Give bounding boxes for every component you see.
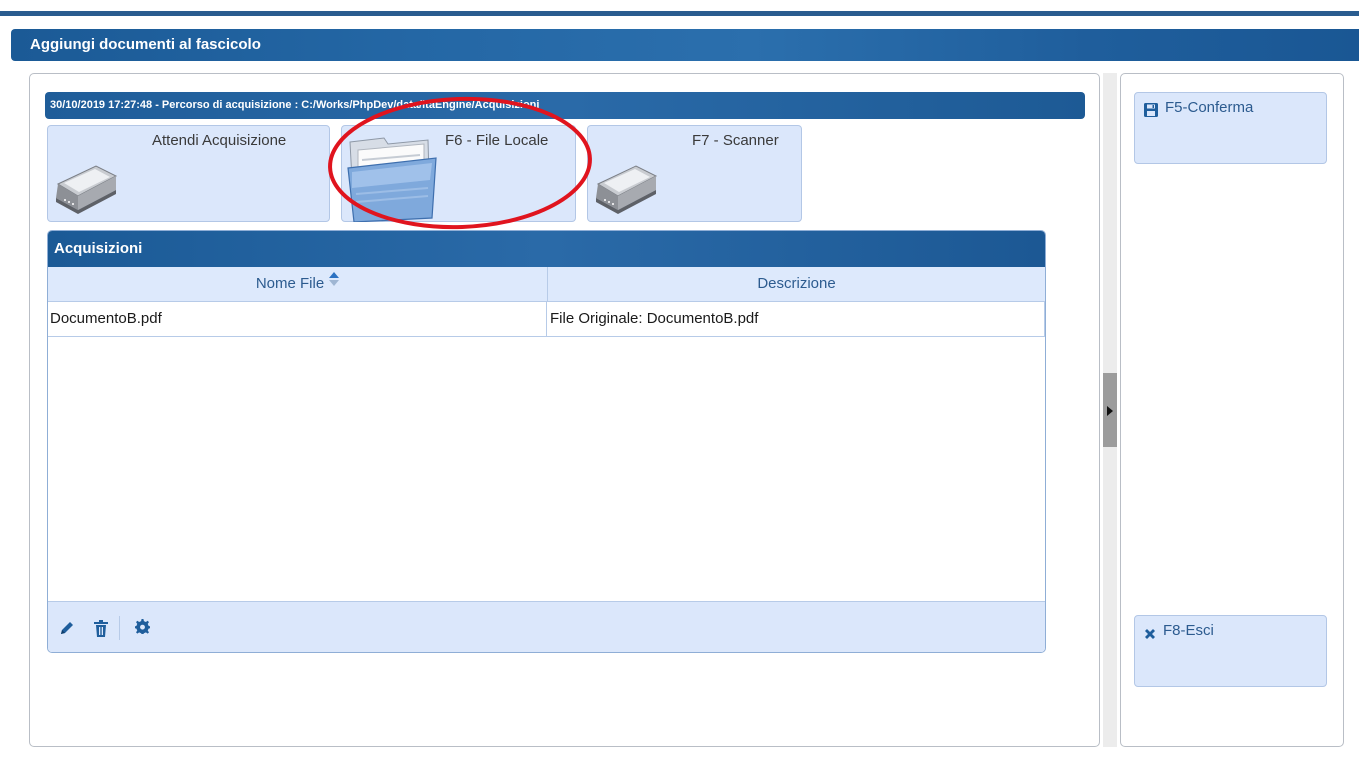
column-header-nome-file[interactable]: Nome File [48,267,548,301]
gear-icon[interactable] [135,619,150,639]
dialog-title: Aggiungi documenti al fascicolo [11,29,1359,61]
grid-header: Nome File Descrizione [48,267,1045,302]
local-file-button[interactable]: F6 - File Locale [341,125,576,223]
toolbar-separator [119,616,120,640]
scanner-button[interactable]: F7 - Scanner [587,125,802,222]
exit-button[interactable]: F8-Esci [1134,615,1327,687]
pencil-icon[interactable] [59,620,75,641]
wait-acquisition-label: Attendi Acquisizione [152,132,287,149]
cell-nome-file: DocumentoB.pdf [48,302,547,336]
top-accent-line [0,11,1359,16]
scanner-icon [52,160,120,223]
wait-acquisition-button[interactable]: Attendi Acquisizione [47,125,330,222]
panel-splitter[interactable] [1103,73,1117,747]
acquisitions-grid: Acquisizioni Nome File Descrizione Docum… [47,230,1046,653]
top-strip [0,0,1359,16]
scanner-label: F7 - Scanner [692,132,779,149]
expand-arrow-icon[interactable] [1106,404,1114,422]
exit-label: F8-Esci [1163,622,1214,639]
confirm-button[interactable]: F5-Conferma [1134,92,1327,164]
folder-icon [344,134,440,227]
close-icon [1144,627,1156,644]
column-header-nome-file-label: Nome File [255,275,325,292]
grid-toolbar [48,601,1045,652]
sort-icon[interactable] [329,265,340,299]
save-icon [1144,103,1158,121]
cell-descrizione: File Originale: DocumentoB.pdf [548,302,1045,336]
acquisition-path-bar: 30/10/2019 17:27:48 - Percorso di acquis… [45,92,1085,119]
trash-icon[interactable] [93,620,109,642]
table-row[interactable]: DocumentoB.pdf File Originale: Documento… [48,302,1045,337]
scanner-icon [592,160,660,223]
confirm-label: F5-Conferma [1165,99,1254,116]
local-file-label: F6 - File Locale [445,132,549,149]
column-header-descrizione[interactable]: Descrizione [548,267,1045,301]
grid-caption: Acquisizioni [48,231,1045,267]
